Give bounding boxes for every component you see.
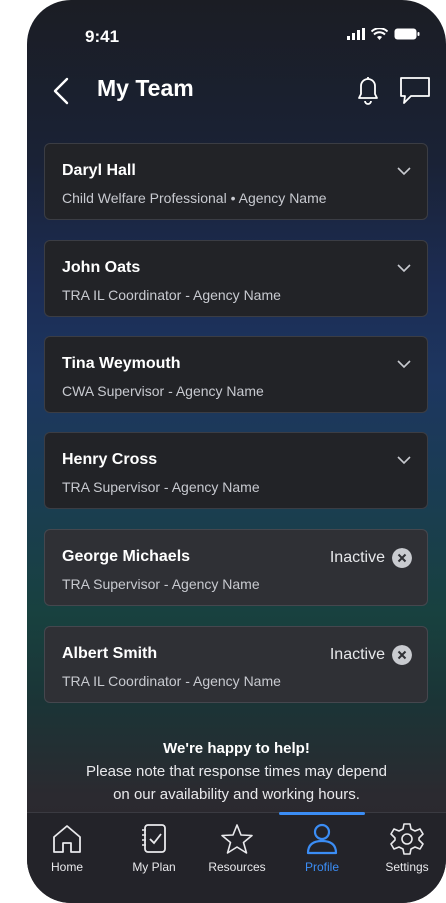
bottom-tab-bar: Home My Plan Resources Profile Settings	[27, 812, 446, 903]
team-member-card[interactable]: Tina Weymouth CWA Supervisor - Agency Na…	[44, 336, 428, 413]
member-name: John Oats	[62, 259, 141, 276]
active-tab-indicator	[279, 812, 365, 815]
tab-profile[interactable]: Profile	[284, 821, 360, 874]
tab-label: Resources	[208, 860, 266, 874]
team-member-card[interactable]: John Oats TRA IL Coordinator - Agency Na…	[44, 240, 428, 317]
team-member-card[interactable]: Henry Cross TRA Supervisor - Agency Name	[44, 432, 428, 509]
tab-label: Home	[50, 860, 83, 874]
team-member-card[interactable]: Daryl Hall Child Welfare Professional • …	[44, 143, 428, 220]
back-arrow-icon[interactable]	[49, 76, 73, 106]
status-icons	[347, 28, 420, 40]
gear-icon	[390, 823, 424, 855]
member-role: TRA IL Coordinator - Agency Name	[62, 673, 281, 689]
inactive-status-label: Inactive	[329, 549, 385, 566]
page-title: My Team	[97, 75, 194, 101]
member-role: Child Welfare Professional • Agency Name	[62, 190, 327, 206]
tab-label: Profile	[304, 860, 339, 874]
remove-icon[interactable]	[392, 645, 412, 665]
chevron-down-icon[interactable]	[396, 359, 412, 369]
remove-icon[interactable]	[392, 548, 412, 568]
chevron-down-icon[interactable]	[396, 263, 412, 273]
member-name: George Michaels	[62, 548, 191, 565]
tab-label: My Plan	[132, 860, 176, 874]
member-role: TRA Supervisor - Agency Name	[62, 479, 260, 495]
member-name: Tina Weymouth	[62, 355, 181, 372]
app-header: My Team	[27, 66, 446, 116]
tab-my-plan[interactable]: My Plan	[116, 821, 192, 874]
team-member-card-inactive[interactable]: George Michaels TRA Supervisor - Agency …	[44, 529, 428, 606]
signal-icon	[347, 28, 365, 40]
member-name: Albert Smith	[62, 645, 158, 662]
team-member-card-inactive[interactable]: Albert Smith TRA IL Coordinator - Agency…	[44, 626, 428, 703]
chevron-down-icon[interactable]	[396, 455, 412, 465]
status-bar: 9:41	[27, 0, 446, 70]
star-icon	[221, 824, 253, 854]
member-role: TRA Supervisor - Agency Name	[62, 576, 260, 592]
status-time: 9:41	[85, 27, 120, 46]
help-title: We're happy to help!	[163, 740, 310, 757]
member-role: TRA IL Coordinator - Agency Name	[62, 287, 281, 303]
tab-resources[interactable]: Resources	[199, 821, 275, 874]
chevron-down-icon[interactable]	[396, 166, 412, 176]
help-note: We're happy to help! Please note that re…	[27, 740, 446, 806]
plan-icon	[142, 824, 166, 853]
battery-icon	[394, 28, 420, 40]
help-line-1: Please note that response times may depe…	[85, 763, 388, 780]
home-icon	[53, 825, 81, 853]
tab-label: Settings	[385, 860, 429, 874]
wifi-icon	[371, 28, 388, 40]
help-line-2: on our availability and working hours.	[113, 786, 360, 803]
tab-settings[interactable]: Settings	[369, 821, 445, 874]
inactive-status-label: Inactive	[329, 646, 385, 663]
phone-screen: 9:41 My Team Daryl Hall Child Welfare Pr…	[27, 0, 446, 903]
bell-icon[interactable]	[353, 73, 383, 107]
tab-home[interactable]: Home	[29, 821, 105, 874]
member-name: Henry Cross	[62, 451, 158, 468]
chat-icon[interactable]	[397, 73, 433, 107]
member-role: CWA Supervisor - Agency Name	[62, 383, 264, 399]
member-name: Daryl Hall	[62, 162, 136, 179]
profile-icon	[306, 823, 338, 855]
